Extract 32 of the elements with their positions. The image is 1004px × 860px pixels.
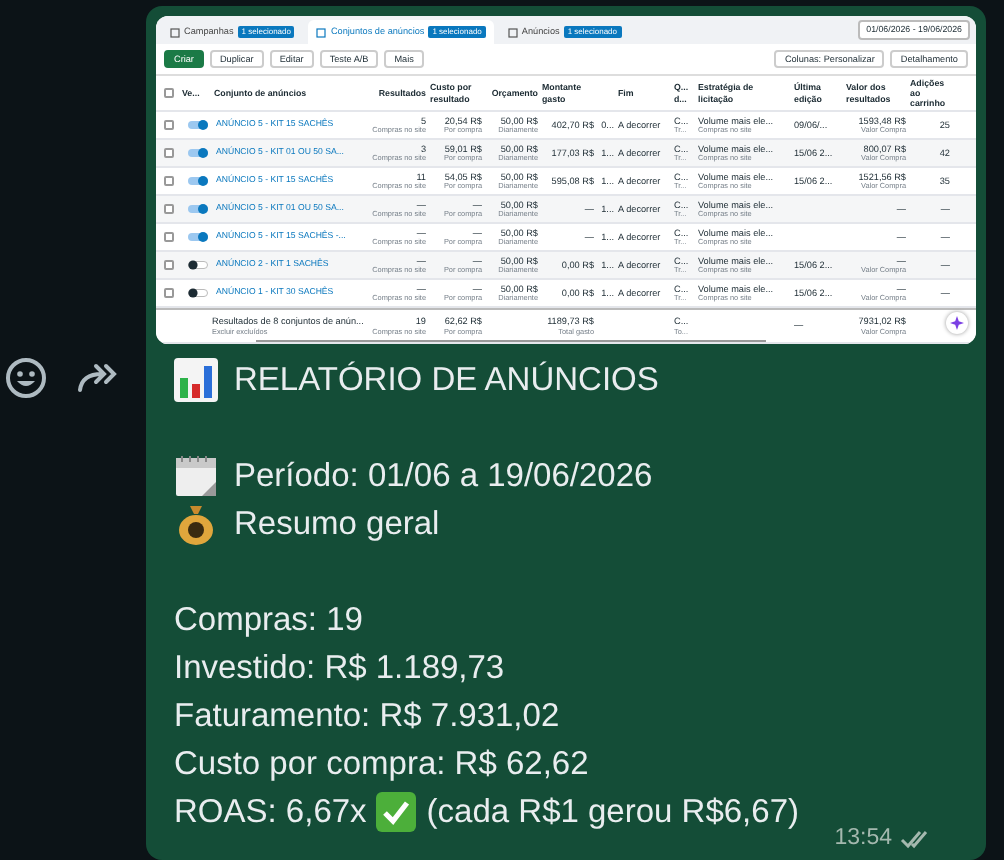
period-text: Período: 01/06 a 19/06/2026	[234, 456, 653, 498]
message-time: 13:54	[834, 824, 892, 854]
checkbox[interactable]	[164, 288, 174, 298]
toggle-switch[interactable]	[188, 288, 208, 299]
toggle-switch[interactable]	[188, 204, 208, 215]
toggle-switch[interactable]	[188, 120, 208, 131]
forward-icon[interactable]	[76, 360, 120, 396]
toggle-switch[interactable]	[188, 176, 208, 187]
toggle-switch[interactable]	[188, 148, 208, 159]
bar-chart-icon	[174, 358, 218, 402]
checkbox[interactable]	[164, 148, 174, 158]
roas-note: (cada R$1 gerou R$6,67)	[426, 792, 799, 834]
sparkle-icon	[950, 316, 964, 330]
summary-line: Custo por compra: R$ 62,62	[174, 744, 589, 786]
calendar-icon	[174, 454, 218, 498]
checkbox[interactable]	[164, 88, 174, 98]
checkbox[interactable]	[164, 232, 174, 242]
toggle-switch[interactable]	[188, 260, 208, 271]
roas-text: ROAS: 6,67x	[174, 792, 367, 834]
summary-line: Compras: 19	[174, 600, 363, 642]
checkbox[interactable]	[164, 176, 174, 186]
message-title: RELATÓRIO DE ANÚNCIOS	[234, 359, 659, 402]
summary-line: Investido: R$ 1.189,73	[174, 648, 505, 690]
summary-heading: Resumo geral	[234, 504, 440, 546]
checkbox[interactable]	[164, 260, 174, 270]
emoji-icon[interactable]	[4, 356, 48, 400]
summary-line: Faturamento: R$ 7.931,02	[174, 696, 560, 738]
checkbox[interactable]	[164, 120, 174, 130]
checkbox[interactable]	[164, 204, 174, 214]
toggle-switch[interactable]	[188, 232, 208, 243]
check-mark-icon	[376, 792, 417, 832]
scrollbar[interactable]	[256, 339, 766, 342]
